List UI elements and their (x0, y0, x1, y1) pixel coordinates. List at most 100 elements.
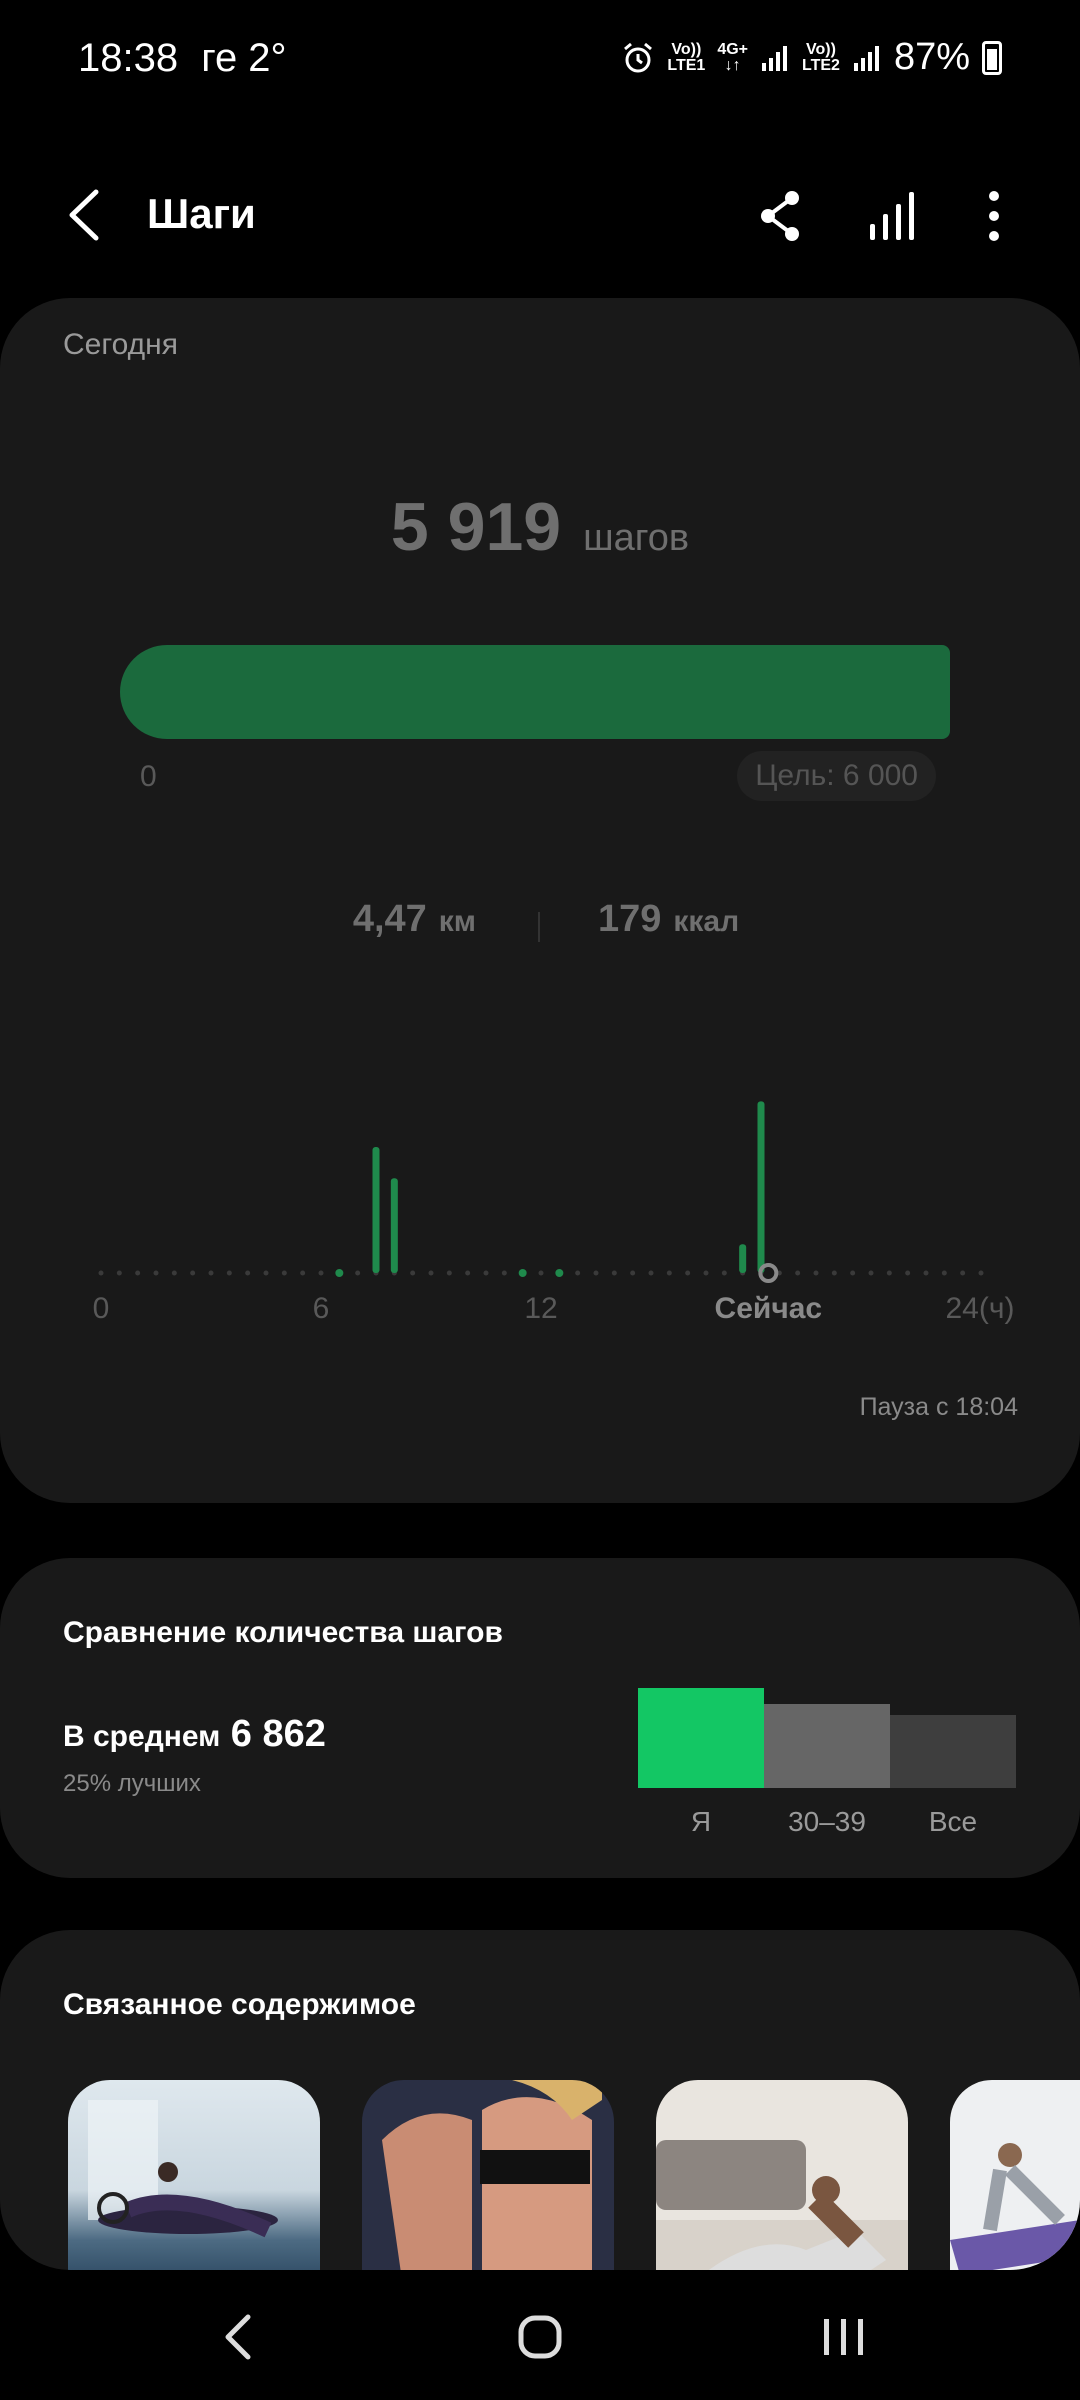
workout-thumbnail[interactable] (656, 2080, 908, 2270)
x-tick-label: 0 (93, 1292, 110, 1325)
baseline-dot (850, 1270, 856, 1276)
workout-thumbnail[interactable] (68, 2080, 320, 2270)
workout-photo-icon (88, 2100, 278, 2238)
baseline-dot (593, 1270, 599, 1276)
baseline-dot (905, 1270, 911, 1276)
distance-value: 4,47 (352, 898, 427, 940)
baseline-dot (300, 1270, 306, 1276)
baseline-dot (648, 1270, 654, 1276)
baseline-dot (703, 1270, 709, 1276)
hour-bar (757, 1101, 765, 1273)
baseline-dot (795, 1270, 801, 1276)
system-nav-bar (0, 2275, 1080, 2400)
comparison-title: Сравнение количества шагов (63, 1616, 503, 1649)
baseline-dot (831, 1270, 837, 1276)
nav-home-icon[interactable] (500, 2305, 580, 2369)
trends-chart-icon[interactable] (862, 184, 926, 248)
calories-stat: 179 ккал (598, 898, 739, 941)
distance-stat: 4,47 км (353, 898, 476, 941)
stats-row: 4,47 км 179 ккал (0, 898, 1080, 958)
clock: 18:38 (78, 36, 179, 80)
baseline-dot (721, 1270, 727, 1276)
hour-bar (372, 1147, 380, 1273)
comparison-bar (638, 1688, 764, 1788)
steps-count: 5 919 шагов (0, 488, 1080, 566)
average-value: 6 862 (230, 1713, 326, 1755)
today-steps-card[interactable]: Сегодня 5 919 шагов 0 Цель: 6 000 4,47 км … (0, 298, 1080, 1503)
hour-bar (739, 1244, 747, 1273)
baseline-dot (281, 1270, 287, 1276)
app-bar: Шаги (0, 170, 1080, 260)
nav-recents-icon[interactable] (804, 2305, 884, 2369)
network-type-label: 4G+ ↓↑ (717, 40, 748, 74)
status-bar: 18:38 ге 2° Vo)) LTE1 4G+ ↓↑ Vo)) LTE2 87% (0, 0, 1080, 120)
nav-back-icon[interactable] (200, 2305, 280, 2369)
baseline-dot (190, 1270, 196, 1276)
baseline-dot (428, 1270, 434, 1276)
baseline-dot (446, 1270, 452, 1276)
status-extra: ге 2° (201, 36, 287, 80)
x-tick-label: 12 (524, 1292, 557, 1325)
baseline-dot (318, 1270, 324, 1276)
signal-icon (853, 45, 879, 71)
baseline-dot (171, 1270, 177, 1276)
more-options-icon[interactable] (962, 184, 1026, 248)
battery-percent: 87% (893, 36, 970, 78)
steps-unit: шагов (583, 517, 690, 559)
workout-photo-icon (382, 2080, 602, 2270)
baseline-dot (208, 1270, 214, 1276)
baseline-dot (960, 1270, 966, 1276)
baseline-dot (135, 1270, 141, 1276)
distance-unit: км (438, 905, 476, 938)
baseline-dot (263, 1270, 269, 1276)
workout-thumbnail[interactable] (950, 2080, 1080, 2270)
x-tick-label: 6 (313, 1292, 330, 1325)
workout-thumbnail[interactable] (362, 2080, 614, 2270)
workout-photo-icon (950, 2143, 1080, 2270)
today-label: Сегодня (63, 328, 178, 361)
baseline-dot (685, 1270, 691, 1276)
baseline-dot (941, 1270, 947, 1276)
baseline-dot (611, 1270, 617, 1276)
baseline-dot (116, 1270, 122, 1276)
workout-photo-icon (656, 2140, 908, 2270)
baseline-dot (886, 1270, 892, 1276)
related-content-card: Связанное содержимое (0, 1930, 1080, 2270)
stats-divider (538, 912, 540, 942)
steps-comparison-card[interactable]: Сравнение количества шагов В среднем 6 8… (0, 1558, 1080, 1878)
baseline-dot (98, 1270, 104, 1276)
baseline-dot (465, 1270, 471, 1276)
baseline-dot (245, 1270, 251, 1276)
activity-dot (518, 1269, 527, 1277)
baseline-dot (978, 1270, 984, 1276)
baseline-dot (355, 1270, 361, 1276)
related-title: Связанное содержимое (63, 1988, 416, 2021)
baseline-dot (813, 1270, 819, 1276)
comparison-bar (890, 1715, 1016, 1788)
share-icon[interactable] (748, 184, 812, 248)
sim2-label: Vo)) LTE2 (802, 40, 840, 74)
hour-bar (390, 1178, 398, 1273)
back-arrow-icon[interactable] (60, 180, 120, 250)
average-label: В среднем (63, 1720, 221, 1753)
baseline-dot (868, 1270, 874, 1276)
calories-unit: ккал (673, 905, 740, 938)
activity-dot (335, 1269, 344, 1277)
percentile-label: 25% лучших (63, 1770, 201, 1797)
comparison-chart: Я 30–39 Все (638, 1678, 1018, 1838)
signal-icon (762, 45, 787, 71)
baseline-dot (538, 1270, 544, 1276)
baseline-dot (153, 1270, 159, 1276)
baseline-dot (410, 1270, 416, 1276)
battery-icon (982, 40, 1002, 75)
goal-label[interactable]: Цель: 6 000 (737, 751, 936, 801)
comparison-bar (764, 1704, 890, 1788)
status-time: 18:38 ге 2° (78, 36, 287, 81)
hourly-steps-chart: 0 6 12 Сейчас 24(ч) (93, 1101, 1014, 1325)
average-line: В среднем 6 862 (63, 1713, 326, 1756)
progress-start-label: 0 (140, 760, 157, 793)
sim1-label: Vo)) LTE1 (667, 40, 706, 74)
activity-dot (555, 1269, 564, 1277)
x-tick-label: Сейчас (715, 1292, 823, 1325)
status-icons: Vo)) LTE1 4G+ ↓↑ Vo)) LTE2 87% (621, 36, 1002, 79)
